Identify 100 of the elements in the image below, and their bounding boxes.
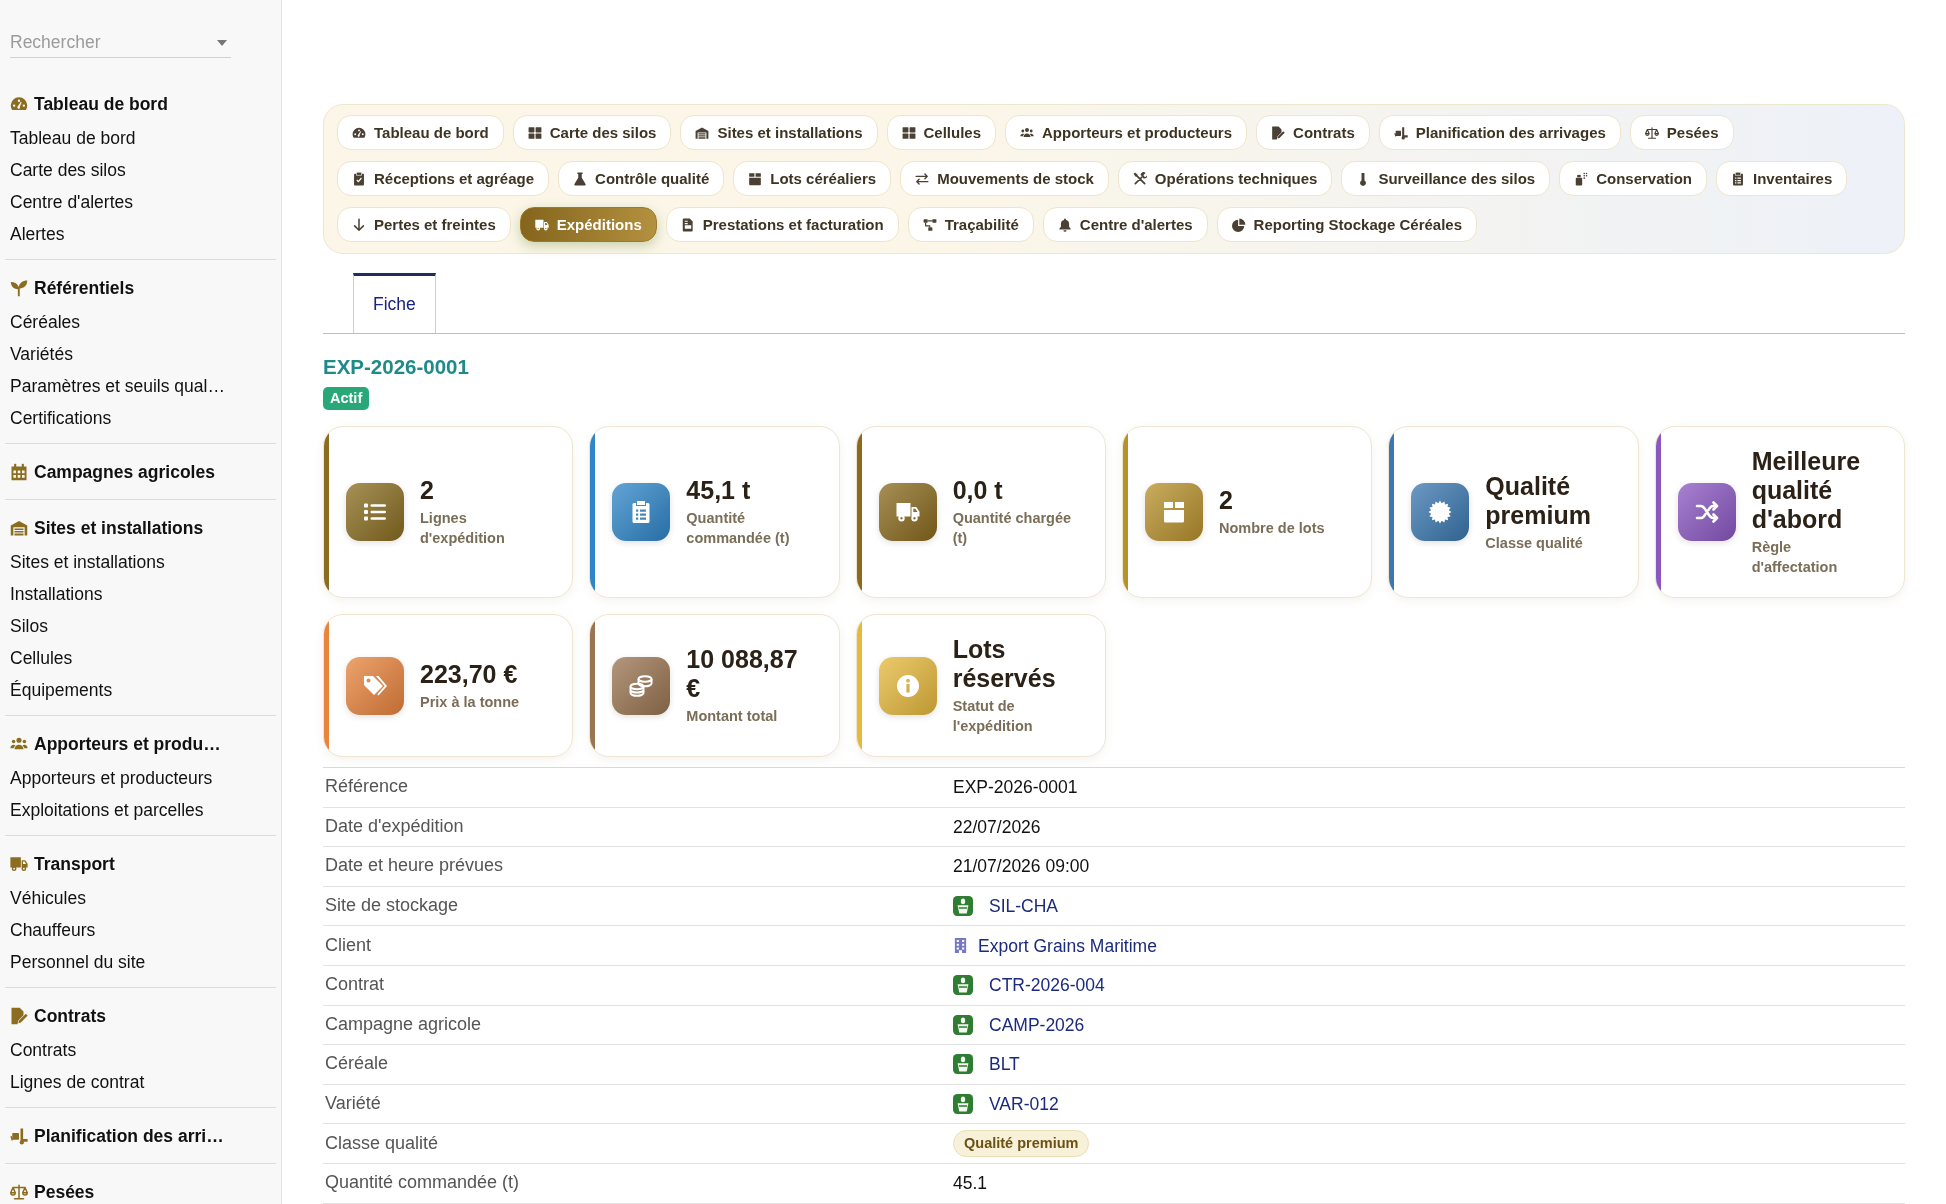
nav-tab[interactable]: Surveillance des silos	[1341, 161, 1551, 196]
gauge-icon	[352, 125, 366, 140]
nav-tab[interactable]: Conservation	[1559, 161, 1707, 196]
warehouse-icon	[10, 519, 28, 537]
truck-icon	[534, 217, 549, 232]
users-icon	[1020, 125, 1035, 140]
nav-tab[interactable]: Sites et installations	[680, 115, 878, 150]
nav-tab[interactable]: Lots céréaliers	[733, 161, 892, 196]
stat-label: Quantité commandée (t)	[686, 509, 791, 548]
sidebar-item[interactable]: Paramètres et seuils qual…	[10, 375, 225, 397]
tools-icon	[1132, 171, 1147, 186]
nav-tab[interactable]: Pesées	[1629, 115, 1734, 150]
stat-label: Lignes d'expédition	[420, 509, 506, 548]
clipboard-list-icon	[612, 483, 671, 541]
stat-value: Lots réservés	[952, 635, 1057, 693]
section-title: Tableau de bord	[34, 94, 168, 114]
nav-tab[interactable]: Apporteurs et producteurs	[1005, 115, 1248, 150]
company-link[interactable]: Export Grains Maritime	[978, 934, 1157, 957]
sidebar-item[interactable]: Carte des silos	[10, 159, 126, 181]
sidebar-item[interactable]: Centre d'alertes	[10, 191, 133, 213]
nav-tab[interactable]: Contrats	[1256, 115, 1370, 150]
nav-tab[interactable]: Mouvements de stock	[900, 161, 1109, 196]
sidebar-item[interactable]: Personnel du site	[10, 951, 146, 973]
nav-tab[interactable]: Expéditions	[519, 207, 657, 242]
sidebar-item[interactable]: Sites et installations	[10, 551, 165, 573]
stat-value: 2	[1219, 486, 1234, 515]
stat-value: Meilleure qualité d'abord	[1751, 447, 1862, 534]
field-value: EXP-2026-0001	[953, 776, 1078, 799]
grid-icon	[527, 125, 542, 140]
sidebar-item[interactable]: Lignes de contrat	[10, 1071, 145, 1093]
status-badge: Actif	[323, 387, 370, 410]
sidebar-item[interactable]: Installations	[10, 583, 103, 605]
sidebar-item[interactable]: Équipements	[10, 679, 113, 701]
field-label: Date et heure prévues	[325, 855, 504, 876]
warehouse-icon	[695, 125, 710, 140]
nav-tab[interactable]: Centre d'alertes	[1042, 207, 1208, 242]
clipboard-check-icon	[352, 171, 366, 186]
section-title: Contrats	[34, 1006, 106, 1026]
record-link[interactable]: SIL-CHA	[989, 895, 1059, 918]
sidebar-item[interactable]: Certifications	[10, 407, 112, 429]
nav-tab[interactable]: Contrôle qualité	[558, 161, 725, 196]
document-pen-icon	[10, 1007, 28, 1025]
stat-value: 10 088,87 €	[686, 645, 799, 703]
field-label: Site de stockage	[325, 895, 459, 916]
sidebar-item[interactable]: Alertes	[10, 223, 65, 245]
nav-tab[interactable]: Réceptions et agréage	[337, 161, 550, 196]
record-link[interactable]: CAMP-2026	[989, 1013, 1085, 1036]
field-label: Contrat	[325, 974, 385, 995]
field-label: Client	[325, 934, 372, 955]
sidebar-item[interactable]: Contrats	[10, 1039, 77, 1061]
stat-label: Règle d'affectation	[1751, 538, 1839, 577]
section-title: Apporteurs et produ…	[34, 734, 221, 754]
stat-label: Classe qualité	[1485, 533, 1584, 553]
sidebar-item[interactable]: Variétés	[10, 343, 73, 365]
bell-icon	[1057, 217, 1072, 232]
field-value: 45.1	[953, 1172, 988, 1195]
nav-tab[interactable]: Tableau de bord	[337, 115, 504, 150]
nav-tab[interactable]: Cellules	[886, 115, 997, 150]
nav-tab[interactable]: Carte des silos	[512, 115, 672, 150]
sidebar-item[interactable]: Cellules	[10, 647, 73, 669]
pie-chart-icon	[1231, 217, 1246, 232]
nav-tab[interactable]: Pertes et freintes	[337, 207, 511, 242]
sidebar-item[interactable]: Tableau de bord	[10, 127, 136, 149]
record-link[interactable]: VAR-012	[989, 1093, 1059, 1116]
sidebar-item[interactable]: Céréales	[10, 311, 81, 333]
stat-value: 223,70 €	[420, 659, 519, 689]
nav-tab[interactable]: Planification des arrivages	[1378, 115, 1621, 150]
section-title: Campagnes agricoles	[34, 462, 215, 482]
nav-tab[interactable]: Inventaires	[1716, 161, 1848, 196]
sidebar-item[interactable]: Véhicules	[10, 887, 86, 909]
info-icon	[878, 656, 937, 715]
sidebar-item[interactable]: Apporteurs et producteurs	[10, 767, 213, 789]
field-label: Céréale	[325, 1053, 389, 1074]
section-title: Planification des arri…	[34, 1126, 224, 1146]
exchange-arrows-icon	[915, 171, 930, 186]
nav-tab[interactable]: Traçabilité	[907, 207, 1034, 242]
flask-icon	[573, 171, 588, 186]
search-field[interactable]: Rechercher	[10, 28, 231, 58]
stat-value: 2	[420, 476, 435, 505]
record-link[interactable]: CTR-2026-004	[989, 974, 1105, 997]
sidebar-item[interactable]: Exploitations et parcelles	[10, 799, 204, 821]
pot-icon	[953, 896, 973, 917]
stat-value: Qualité premium	[1485, 471, 1592, 530]
sidebar-item[interactable]: Silos	[10, 615, 48, 637]
record-link[interactable]: BLT	[989, 1053, 1020, 1076]
building-icon	[953, 936, 968, 956]
truck-icon	[878, 483, 937, 541]
nav-tab[interactable]: Opérations techniques	[1117, 161, 1333, 196]
nav-tab[interactable]: Reporting Stockage Céréales	[1216, 207, 1477, 242]
caret-icon[interactable]	[217, 40, 227, 46]
seedling-icon	[10, 279, 28, 297]
seal-icon	[1411, 483, 1470, 541]
calendar-icon	[10, 463, 28, 481]
field-label: Variété	[325, 1093, 381, 1114]
nav-tab[interactable]: Prestations et facturation	[665, 207, 899, 242]
box-icon	[748, 171, 763, 186]
tab[interactable]: Fiche	[353, 273, 436, 333]
tag-icon	[346, 656, 404, 715]
sidebar-item[interactable]: Chauffeurs	[10, 919, 96, 941]
field-label: Quantité commandée (t)	[325, 1172, 520, 1193]
